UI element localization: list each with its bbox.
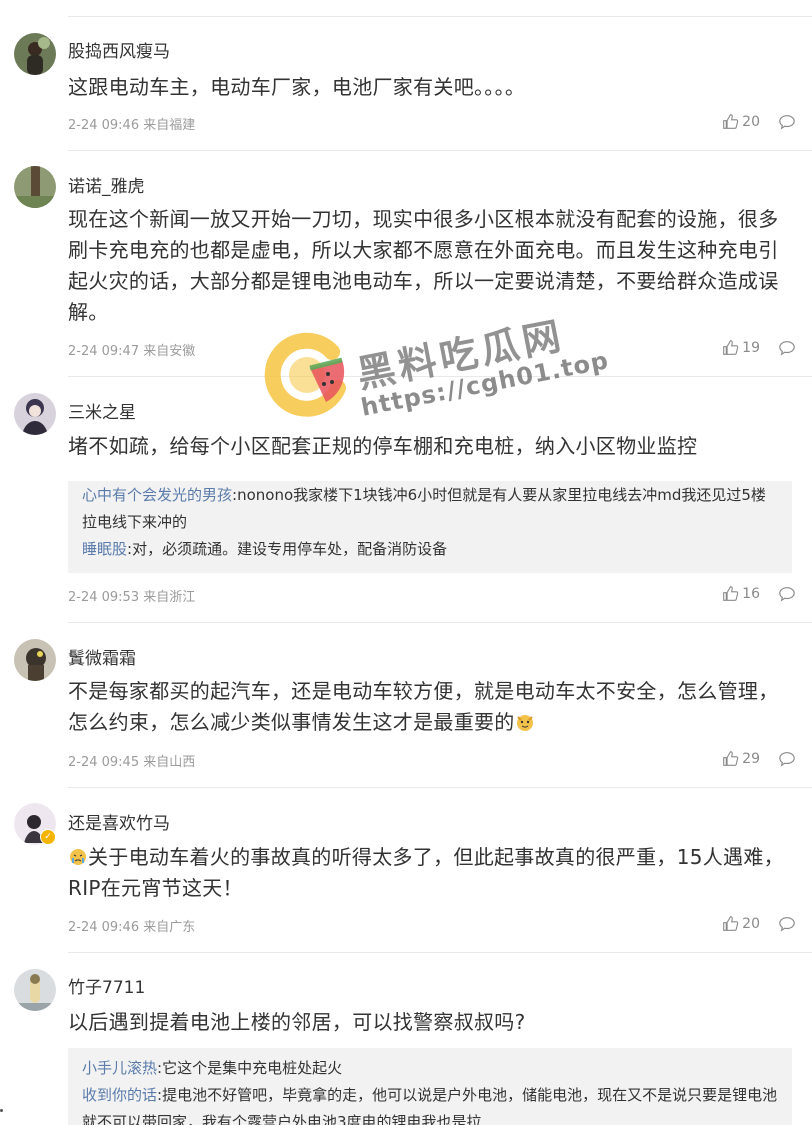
like-button[interactable]: 29 — [722, 750, 760, 767]
reply-author[interactable]: 小手儿滚热 — [82, 1059, 157, 1077]
reply-item: 睡眠股:对，必须疏通。建设专用停车处，配备消防设备 — [82, 536, 778, 563]
comment-text: 以后遇到提着电池上楼的邻居，可以找警察叔叔吗? — [68, 1010, 526, 1034]
avatar[interactable] — [14, 639, 56, 681]
comment-meta: 2-24 09:53 来自浙江 — [68, 590, 196, 605]
avatar[interactable] — [14, 393, 56, 435]
reply-author[interactable]: 心中有个会发光的男孩 — [82, 486, 232, 504]
comment-text: 现在这个新闻一放又开始一刀切，现实中很多小区根本就没有配套的设施，很多刷卡充电充… — [68, 207, 779, 324]
thumbs-up-icon — [723, 586, 739, 601]
avatar[interactable] — [14, 166, 56, 208]
thumbs-up-icon — [723, 340, 739, 355]
comment-meta: 2-24 09:46 来自广东 — [68, 920, 196, 935]
username[interactable]: 股捣西风瘦马 — [68, 37, 170, 62]
reply-item: 心中有个会发光的男孩:nonono我家楼下1块钱冲6小时但就是有人要从家里拉电线… — [82, 482, 778, 536]
divider — [68, 376, 812, 377]
reply-box[interactable]: 小手儿滚热:它这个是集中充电桩处起火 收到你的话:提电池不好管吧，毕竟拿的走，他… — [68, 1048, 792, 1125]
thumbs-up-icon — [723, 751, 739, 766]
like-count: 20 — [742, 113, 760, 130]
thumbs-up-icon — [723, 114, 739, 129]
thumbs-up-icon — [723, 916, 739, 931]
comment-bubble-icon[interactable] — [778, 750, 796, 768]
username[interactable]: 三米之星 — [68, 398, 136, 423]
username[interactable]: 还是喜欢竹马 — [68, 809, 170, 834]
verified-badge-icon: ✓ — [40, 829, 56, 845]
reply-text: :对，必须疏通。建设专用停车处，配备消防设备 — [127, 540, 448, 558]
username[interactable]: 诺诺_雅虎 — [68, 172, 145, 197]
like-button[interactable]: 20 — [722, 113, 760, 130]
reply-item: 收到你的话:提电池不好管吧，毕竟拿的走，他可以说是户外电池，储能电池，现在又不是… — [82, 1082, 778, 1125]
reply-text: :提电池不好管吧，毕竟拿的走，他可以说是户外电池，储能电池，现在又不是说只要是锂… — [82, 1086, 778, 1125]
username[interactable]: 鬒微霜霜 — [68, 644, 136, 669]
like-count: 16 — [742, 585, 760, 602]
comment-text: 这跟电动车主，电动车厂家，电池厂家有关吧。。。。 — [68, 75, 526, 99]
comment-meta: 2-24 09:45 来自山西 — [68, 755, 196, 770]
divider — [68, 150, 812, 151]
comment-bubble-icon[interactable] — [778, 113, 796, 131]
divider — [68, 622, 812, 623]
avatar[interactable]: ✓ — [14, 803, 56, 845]
divider — [68, 952, 812, 953]
emoji-icon — [70, 849, 86, 865]
like-count: 20 — [742, 915, 760, 932]
comment-text: 不是每家都买的起汽车，还是电动车较方便，就是电动车太不安全，怎么管理，怎么约束，… — [68, 676, 792, 738]
watermark-url: https://cgh01.top — [358, 346, 612, 422]
avatar[interactable] — [14, 969, 56, 1011]
stray-dot — [0, 1109, 3, 1112]
comment-text-body: 不是每家都买的起汽车，还是电动车较方便，就是电动车太不安全，怎么管理，怎么约束，… — [68, 679, 779, 734]
comment-text: 关于电动车着火的事故真的听得太多了，但此起事故真的很严重，15人遇难，RIP在元… — [68, 842, 792, 904]
reply-item: 小手儿滚热:它这个是集中充电桩处起火 — [82, 1055, 778, 1082]
avatar[interactable] — [14, 33, 56, 75]
emoji-icon — [516, 715, 533, 731]
like-button[interactable]: 20 — [722, 915, 760, 932]
username[interactable]: 竹子7711 — [68, 973, 145, 998]
comment-bubble-icon[interactable] — [778, 585, 796, 603]
watermark: 黑料吃瓜网 https://cgh01.top — [262, 313, 611, 428]
comment-meta: 2-24 09:46 来自福建 — [68, 118, 196, 133]
comment-bubble-icon[interactable] — [778, 915, 796, 933]
reply-author[interactable]: 睡眠股 — [82, 540, 127, 558]
top-divider — [68, 16, 812, 17]
reply-text: :它这个是集中充电桩处起火 — [157, 1059, 343, 1077]
comment-meta: 2-24 09:47 来自安徽 — [68, 344, 196, 359]
comment-text-body: 关于电动车着火的事故真的听得太多了，但此起事故真的很严重，15人遇难，RIP在元… — [68, 845, 784, 900]
like-button[interactable]: 19 — [722, 339, 760, 356]
like-count: 29 — [742, 750, 760, 767]
reply-author[interactable]: 收到你的话 — [82, 1086, 157, 1104]
comment-bubble-icon[interactable] — [778, 339, 796, 357]
like-button[interactable]: 16 — [722, 585, 760, 602]
reply-box[interactable]: 心中有个会发光的男孩:nonono我家楼下1块钱冲6小时但就是有人要从家里拉电线… — [68, 481, 792, 573]
watermark-logo-icon — [264, 332, 346, 417]
divider — [68, 787, 812, 788]
like-count: 19 — [742, 339, 760, 356]
comment-text: 堵不如疏，给每个小区配套正规的停车棚和充电桩，纳入小区物业监控 — [68, 434, 698, 458]
